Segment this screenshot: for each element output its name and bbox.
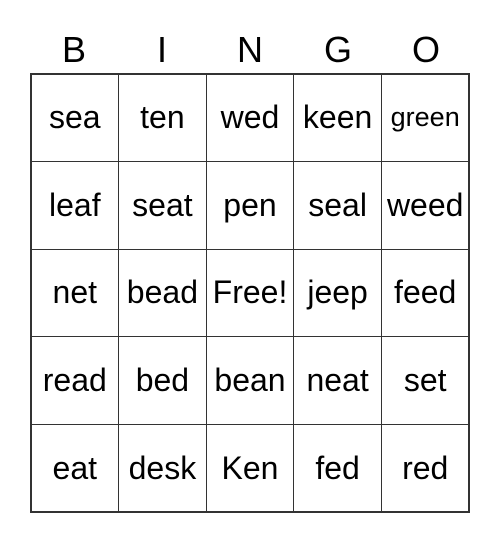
- header-letter: I: [156, 29, 167, 70]
- bingo-cell[interactable]: neat: [293, 336, 382, 425]
- bingo-cell[interactable]: seal: [293, 161, 382, 250]
- bingo-cell[interactable]: leaf: [30, 161, 120, 250]
- bingo-cell[interactable]: seat: [118, 161, 207, 250]
- bingo-cell[interactable]: pen: [205, 161, 295, 250]
- bingo-cell[interactable]: eat: [30, 423, 120, 513]
- bingo-cell[interactable]: wed: [205, 73, 295, 163]
- header-letter: G: [323, 29, 352, 70]
- bingo-cell[interactable]: ten: [118, 73, 207, 163]
- bingo-cell[interactable]: set: [380, 336, 470, 425]
- bingo-grid: sea ten wed keen green leaf seat pen seal weed net…: [30, 73, 470, 513]
- bingo-cell[interactable]: bean: [205, 336, 295, 425]
- bingo-cell[interactable]: weed: [380, 161, 470, 250]
- header-letter: N: [237, 29, 263, 70]
- bingo-cell[interactable]: red: [380, 423, 470, 513]
- bingo-cell[interactable]: desk: [118, 423, 207, 513]
- bingo-cell[interactable]: keen: [293, 73, 382, 163]
- bingo-cell[interactable]: Ken: [205, 423, 295, 513]
- bingo-cell[interactable]: green: [380, 73, 470, 163]
- bingo-cell[interactable]: sea: [30, 73, 120, 163]
- bingo-header: BINGO: [30, 28, 470, 72]
- bingo-cell[interactable]: bead: [118, 248, 207, 338]
- bingo-cell[interactable]: feed: [380, 248, 470, 338]
- bingo-cell[interactable]: net: [30, 248, 120, 338]
- bingo-cell[interactable]: fed: [293, 423, 382, 513]
- header-letter: O: [411, 29, 440, 70]
- bingo-cell[interactable]: bed: [118, 336, 207, 425]
- free-space-cell[interactable]: Free!: [205, 248, 295, 338]
- header-letter: B: [61, 29, 86, 70]
- bingo-cell[interactable]: read: [30, 336, 120, 425]
- bingo-cell[interactable]: jeep: [293, 248, 382, 338]
